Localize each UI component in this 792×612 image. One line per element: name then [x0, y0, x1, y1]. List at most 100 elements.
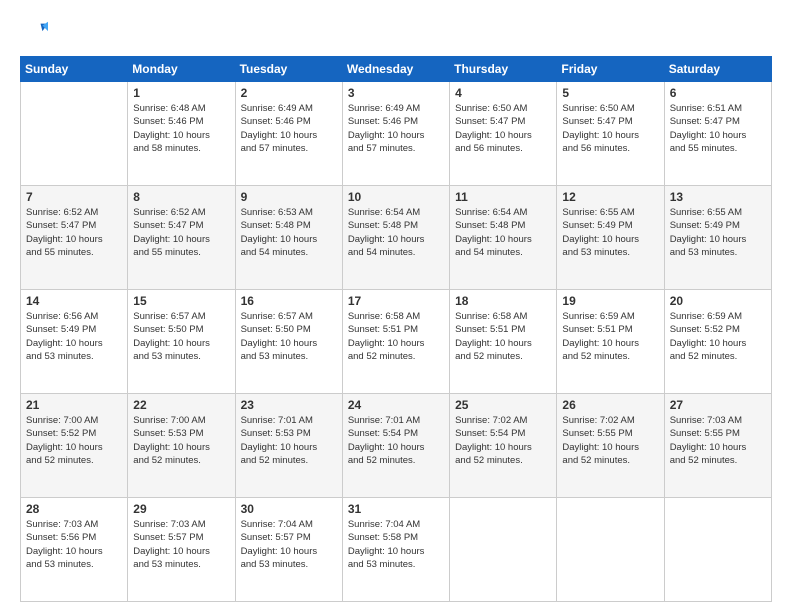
day-header-saturday: Saturday	[664, 57, 771, 82]
day-info: Sunrise: 7:02 AM Sunset: 5:54 PM Dayligh…	[455, 414, 551, 467]
day-number: 13	[670, 190, 766, 204]
calendar-cell: 15 Sunrise: 6:57 AM Sunset: 5:50 PM Dayli…	[128, 290, 235, 394]
day-number: 12	[562, 190, 658, 204]
calendar-cell: 30 Sunrise: 7:04 AM Sunset: 5:57 PM Dayli…	[235, 498, 342, 602]
day-header-wednesday: Wednesday	[342, 57, 449, 82]
day-number: 28	[26, 502, 122, 516]
day-number: 30	[241, 502, 337, 516]
day-info: Sunrise: 7:03 AM Sunset: 5:56 PM Dayligh…	[26, 518, 122, 571]
day-number: 15	[133, 294, 229, 308]
day-info: Sunrise: 6:58 AM Sunset: 5:51 PM Dayligh…	[455, 310, 551, 363]
calendar-cell: 21Sunrise: 7:00 AM Sunset: 5:52 PM Dayli…	[21, 394, 128, 498]
day-info: Sunrise: 6:50 AM Sunset: 5:47 PM Dayligh…	[455, 102, 551, 155]
day-info: Sunrise: 6:50 AM Sunset: 5:47 PM Dayligh…	[562, 102, 658, 155]
day-info: Sunrise: 7:04 AM Sunset: 5:58 PM Dayligh…	[348, 518, 444, 571]
logo-icon	[20, 18, 48, 46]
day-info: Sunrise: 7:04 AM Sunset: 5:57 PM Dayligh…	[241, 518, 337, 571]
day-header-monday: Monday	[128, 57, 235, 82]
calendar-cell: 18 Sunrise: 6:58 AM Sunset: 5:51 PM Dayli…	[450, 290, 557, 394]
day-info: Sunrise: 7:02 AM Sunset: 5:55 PM Dayligh…	[562, 414, 658, 467]
week-row-4: 21Sunrise: 7:00 AM Sunset: 5:52 PM Dayli…	[21, 394, 772, 498]
day-header-tuesday: Tuesday	[235, 57, 342, 82]
week-row-5: 28 Sunrise: 7:03 AM Sunset: 5:56 PM Dayli…	[21, 498, 772, 602]
calendar-cell	[450, 498, 557, 602]
calendar-cell: 29 Sunrise: 7:03 AM Sunset: 5:57 PM Dayli…	[128, 498, 235, 602]
calendar-cell: 24 Sunrise: 7:01 AM Sunset: 5:54 PM Dayli…	[342, 394, 449, 498]
day-number: 20	[670, 294, 766, 308]
calendar-cell	[21, 82, 128, 186]
calendar-cell: 16Sunrise: 6:57 AM Sunset: 5:50 PM Dayli…	[235, 290, 342, 394]
day-number: 31	[348, 502, 444, 516]
day-number: 24	[348, 398, 444, 412]
day-number: 26	[562, 398, 658, 412]
day-info: Sunrise: 7:03 AM Sunset: 5:55 PM Dayligh…	[670, 414, 766, 467]
day-number: 8	[133, 190, 229, 204]
calendar-cell: 1 Sunrise: 6:48 AM Sunset: 5:46 PM Daylig…	[128, 82, 235, 186]
day-number: 9	[241, 190, 337, 204]
day-info: Sunrise: 6:59 AM Sunset: 5:51 PM Dayligh…	[562, 310, 658, 363]
calendar-cell: 31 Sunrise: 7:04 AM Sunset: 5:58 PM Dayli…	[342, 498, 449, 602]
calendar-cell: 25Sunrise: 7:02 AM Sunset: 5:54 PM Dayli…	[450, 394, 557, 498]
day-info: Sunrise: 6:55 AM Sunset: 5:49 PM Dayligh…	[670, 206, 766, 259]
day-number: 11	[455, 190, 551, 204]
day-header-friday: Friday	[557, 57, 664, 82]
calendar-cell	[664, 498, 771, 602]
day-number: 29	[133, 502, 229, 516]
day-number: 27	[670, 398, 766, 412]
calendar-cell: 13 Sunrise: 6:55 AM Sunset: 5:49 PM Dayli…	[664, 186, 771, 290]
day-header-thursday: Thursday	[450, 57, 557, 82]
calendar-cell: 9 Sunrise: 6:53 AM Sunset: 5:48 PM Daylig…	[235, 186, 342, 290]
day-number: 10	[348, 190, 444, 204]
header	[20, 18, 772, 46]
calendar-cell: 3Sunrise: 6:49 AM Sunset: 5:46 PM Daylig…	[342, 82, 449, 186]
calendar-cell: 12 Sunrise: 6:55 AM Sunset: 5:49 PM Dayli…	[557, 186, 664, 290]
calendar-cell: 5 Sunrise: 6:50 AM Sunset: 5:47 PM Daylig…	[557, 82, 664, 186]
day-number: 4	[455, 86, 551, 100]
day-info: Sunrise: 7:00 AM Sunset: 5:53 PM Dayligh…	[133, 414, 229, 467]
calendar-cell: 27 Sunrise: 7:03 AM Sunset: 5:55 PM Dayli…	[664, 394, 771, 498]
week-row-3: 14Sunrise: 6:56 AM Sunset: 5:49 PM Dayli…	[21, 290, 772, 394]
day-info: Sunrise: 6:52 AM Sunset: 5:47 PM Dayligh…	[26, 206, 122, 259]
day-info: Sunrise: 6:49 AM Sunset: 5:46 PM Dayligh…	[241, 102, 337, 155]
calendar-cell: 22 Sunrise: 7:00 AM Sunset: 5:53 PM Dayli…	[128, 394, 235, 498]
calendar-cell: 14Sunrise: 6:56 AM Sunset: 5:49 PM Dayli…	[21, 290, 128, 394]
day-number: 5	[562, 86, 658, 100]
calendar-cell: 6Sunrise: 6:51 AM Sunset: 5:47 PM Daylig…	[664, 82, 771, 186]
week-row-1: 1 Sunrise: 6:48 AM Sunset: 5:46 PM Daylig…	[21, 82, 772, 186]
day-info: Sunrise: 6:48 AM Sunset: 5:46 PM Dayligh…	[133, 102, 229, 155]
calendar-cell: 26 Sunrise: 7:02 AM Sunset: 5:55 PM Dayli…	[557, 394, 664, 498]
calendar-cell: 20 Sunrise: 6:59 AM Sunset: 5:52 PM Dayli…	[664, 290, 771, 394]
calendar-cell: 11Sunrise: 6:54 AM Sunset: 5:48 PM Dayli…	[450, 186, 557, 290]
day-number: 22	[133, 398, 229, 412]
day-info: Sunrise: 6:58 AM Sunset: 5:51 PM Dayligh…	[348, 310, 444, 363]
header-row: SundayMondayTuesdayWednesdayThursdayFrid…	[21, 57, 772, 82]
day-info: Sunrise: 6:53 AM Sunset: 5:48 PM Dayligh…	[241, 206, 337, 259]
day-number: 21	[26, 398, 122, 412]
calendar-cell: 8 Sunrise: 6:52 AM Sunset: 5:47 PM Daylig…	[128, 186, 235, 290]
day-info: Sunrise: 6:59 AM Sunset: 5:52 PM Dayligh…	[670, 310, 766, 363]
calendar-cell: 7 Sunrise: 6:52 AM Sunset: 5:47 PM Daylig…	[21, 186, 128, 290]
day-number: 18	[455, 294, 551, 308]
day-number: 23	[241, 398, 337, 412]
calendar-cell: 17 Sunrise: 6:58 AM Sunset: 5:51 PM Dayli…	[342, 290, 449, 394]
day-number: 16	[241, 294, 337, 308]
day-info: Sunrise: 6:57 AM Sunset: 5:50 PM Dayligh…	[133, 310, 229, 363]
calendar-cell: 28 Sunrise: 7:03 AM Sunset: 5:56 PM Dayli…	[21, 498, 128, 602]
day-info: Sunrise: 6:52 AM Sunset: 5:47 PM Dayligh…	[133, 206, 229, 259]
day-info: Sunrise: 7:03 AM Sunset: 5:57 PM Dayligh…	[133, 518, 229, 571]
day-info: Sunrise: 6:51 AM Sunset: 5:47 PM Dayligh…	[670, 102, 766, 155]
day-number: 3	[348, 86, 444, 100]
week-row-2: 7 Sunrise: 6:52 AM Sunset: 5:47 PM Daylig…	[21, 186, 772, 290]
calendar-cell: 10 Sunrise: 6:54 AM Sunset: 5:48 PM Dayli…	[342, 186, 449, 290]
day-number: 1	[133, 86, 229, 100]
calendar-cell: 19Sunrise: 6:59 AM Sunset: 5:51 PM Dayli…	[557, 290, 664, 394]
day-number: 7	[26, 190, 122, 204]
calendar-cell	[557, 498, 664, 602]
day-info: Sunrise: 6:56 AM Sunset: 5:49 PM Dayligh…	[26, 310, 122, 363]
day-number: 2	[241, 86, 337, 100]
day-number: 17	[348, 294, 444, 308]
day-info: Sunrise: 6:55 AM Sunset: 5:49 PM Dayligh…	[562, 206, 658, 259]
day-info: Sunrise: 6:54 AM Sunset: 5:48 PM Dayligh…	[348, 206, 444, 259]
logo	[20, 18, 50, 46]
day-info: Sunrise: 7:01 AM Sunset: 5:54 PM Dayligh…	[348, 414, 444, 467]
